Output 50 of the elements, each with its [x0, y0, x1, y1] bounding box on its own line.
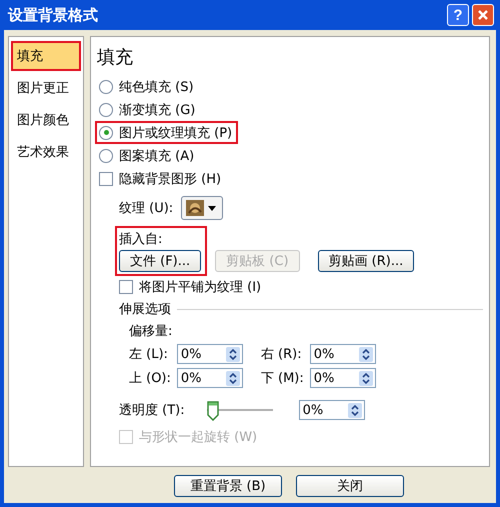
radio-button[interactable]	[99, 126, 113, 140]
offset-side-label: 上 (O):	[129, 370, 171, 387]
help-button[interactable]: ?	[447, 4, 469, 26]
close-icon[interactable]	[477, 9, 489, 21]
radio-button[interactable]	[99, 80, 113, 94]
checkbox-label: 隐藏背景图形 (H)	[119, 170, 222, 188]
transparency-slider[interactable]	[206, 401, 273, 419]
spin-arrows-icon[interactable]	[348, 402, 362, 418]
transparency-spinbox[interactable]: 0%	[298, 400, 365, 420]
clip-art-button[interactable]: 剪贴画 (R)...	[318, 250, 414, 272]
file-button[interactable]: 文件 (F)...	[119, 250, 202, 272]
transparency-label: 透明度 (T):	[119, 402, 185, 419]
offset-spinbox[interactable]: 0%	[310, 344, 376, 364]
radio-button[interactable]	[99, 148, 113, 162]
sidebar-item[interactable]: 填充	[11, 41, 81, 71]
spin-arrows-icon[interactable]	[226, 370, 240, 386]
radio-label: 渐变填充 (G)	[119, 102, 196, 118]
offset-spinbox[interactable]: 0%	[310, 368, 376, 388]
window-title: 设置背景格式	[8, 6, 98, 24]
close-button[interactable]	[472, 4, 494, 26]
checkbox[interactable]	[119, 280, 133, 294]
radio-label: 图片或纹理填充 (P)	[119, 124, 232, 142]
checkbox[interactable]	[99, 172, 113, 186]
texture-dropdown[interactable]	[181, 196, 224, 220]
offset-spinbox[interactable]: 0%	[176, 368, 243, 388]
offset-side-label: 下 (M):	[260, 370, 304, 387]
radio-label: 图案填充 (A)	[119, 148, 194, 164]
texture-label: 纹理 (U):	[119, 200, 174, 217]
checkbox-label: 与形状一起旋转 (W)	[139, 429, 258, 446]
texture-preview-icon	[186, 200, 204, 216]
offset-label: 偏移量:	[128, 323, 174, 340]
insert-from-label: 插入自:	[119, 231, 164, 248]
slider-thumb[interactable]	[206, 401, 219, 421]
offset-side-label: 左 (L):	[129, 346, 169, 363]
caret-icon	[208, 206, 216, 210]
close-dialog-button[interactable]: 关闭	[296, 475, 404, 497]
offset-spinbox[interactable]: 0%	[176, 344, 243, 364]
reset-background-button[interactable]: 重置背景 (B)	[174, 475, 282, 497]
spin-arrows-icon[interactable]	[226, 346, 240, 362]
group-title: 伸展选项	[119, 301, 171, 318]
radio-button[interactable]	[99, 102, 113, 116]
section-heading: 填充	[97, 46, 134, 69]
sidebar-item[interactable]: 图片更正	[11, 73, 81, 103]
spin-arrows-icon[interactable]	[358, 370, 373, 386]
offset-side-label: 右 (R):	[260, 346, 303, 363]
sidebar-item[interactable]: 艺术效果	[11, 137, 81, 167]
spin-arrows-icon[interactable]	[358, 346, 373, 362]
radio-label: 纯色填充 (S)	[119, 78, 194, 96]
sidebar-item[interactable]: 图片颜色	[11, 105, 81, 135]
checkbox-label: 将图片平铺为纹理 (I)	[139, 279, 262, 296]
